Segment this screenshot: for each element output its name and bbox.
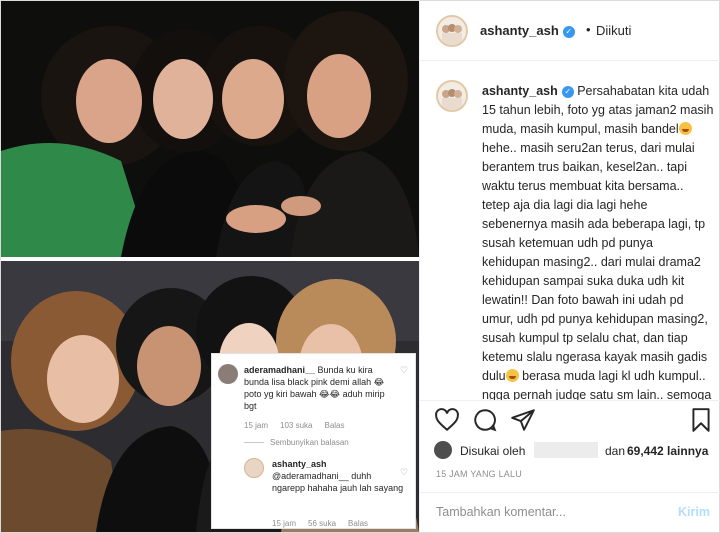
avatar bbox=[218, 364, 238, 384]
avatar[interactable] bbox=[434, 441, 452, 459]
comment-input[interactable] bbox=[436, 505, 656, 519]
likes-prefix: Disukai oleh bbox=[460, 444, 526, 458]
caption-area: ashanty_ash ✓ Persahabatan kita udah 15 t… bbox=[420, 62, 720, 400]
overlay-comment-1: aderamadhani__ Bunda ku kira bunda lisa … bbox=[212, 354, 417, 434]
likes-count[interactable]: 69,442 lainnya bbox=[627, 444, 708, 458]
share-icon[interactable] bbox=[510, 407, 536, 433]
add-comment-bar: Kirim bbox=[420, 492, 720, 531]
verified-icon: ✓ bbox=[561, 86, 574, 98]
overlay-time: 15 jam bbox=[272, 519, 297, 528]
overlay-likes: 103 suka bbox=[280, 421, 313, 430]
comment-icon[interactable] bbox=[472, 407, 498, 433]
overlay-text: @aderamadhani__ duhh ngarepp hahaha jauh… bbox=[272, 471, 404, 493]
overlay-likes: 56 suka bbox=[308, 519, 337, 528]
heart-icon[interactable]: ♡ bbox=[400, 364, 408, 376]
overlay-comment-text: aderamadhani__ Bunda ku kira bunda lisa … bbox=[244, 364, 399, 412]
author-username[interactable]: ashanty_ash ✓ bbox=[480, 23, 575, 38]
author-avatar[interactable] bbox=[436, 15, 468, 47]
post-timestamp[interactable]: 15 JAM YANG LALU bbox=[436, 469, 522, 479]
overlay-reply: Balas bbox=[348, 519, 369, 528]
action-section: Disukai oleh dan 69,442 lainnya 15 JAM Y… bbox=[420, 400, 720, 530]
blurred-username bbox=[534, 442, 598, 458]
caption-part: hehe.. masih seru2an terus, dari mulai b… bbox=[482, 141, 708, 383]
overlay-comment-2: ashanty_ash @aderamadhani__ duhh ngarepp… bbox=[212, 452, 417, 528]
bookmark-icon[interactable] bbox=[688, 407, 714, 433]
avatar bbox=[244, 458, 264, 478]
overlay-time: 15 jam bbox=[244, 421, 269, 430]
caption-text: ashanty_ash ✓ Persahabatan kita udah 15 t… bbox=[482, 82, 714, 400]
comment-screenshot-overlay: aderamadhani__ Bunda ku kira bunda lisa … bbox=[211, 353, 416, 529]
heart-icon[interactable]: ♡ bbox=[400, 466, 408, 478]
caption-username[interactable]: ashanty_ash bbox=[482, 84, 558, 98]
photo-top bbox=[1, 1, 419, 257]
author-avatar[interactable] bbox=[436, 80, 468, 112]
smile-emoji-icon bbox=[505, 369, 519, 382]
overlay-reply: Balas bbox=[324, 421, 345, 430]
tongue-emoji-icon bbox=[678, 122, 692, 135]
follow-status[interactable]: Diikuti bbox=[596, 23, 631, 38]
overlay-username: aderamadhani__ bbox=[244, 365, 316, 375]
verified-icon: ✓ bbox=[562, 26, 575, 38]
post-comment-button[interactable]: Kirim bbox=[678, 505, 710, 519]
likes-and: dan bbox=[605, 444, 626, 458]
hide-replies: Sembunyikan balasan bbox=[244, 437, 349, 449]
overlay-meta: 15 jam 56 suka Balas bbox=[272, 518, 380, 530]
likes-row: Disukai oleh dan 69,442 lainnya bbox=[434, 441, 714, 461]
overlay-meta: 15 jam 103 suka Balas bbox=[244, 420, 357, 432]
post-header: ashanty_ash ✓ • Diikuti bbox=[420, 1, 720, 61]
separator-dot: • bbox=[586, 22, 591, 37]
overlay-comment-text: ashanty_ash @aderamadhani__ duhh ngarepp… bbox=[272, 458, 404, 494]
heart-icon[interactable] bbox=[434, 407, 460, 433]
post-panel: ashanty_ash ✓ • Diikuti ashanty_ash ✓ Pers… bbox=[419, 1, 720, 532]
post-media[interactable]: aderamadhani__ Bunda ku kira bunda lisa … bbox=[1, 1, 419, 532]
overlay-username: ashanty_ash bbox=[272, 459, 327, 469]
